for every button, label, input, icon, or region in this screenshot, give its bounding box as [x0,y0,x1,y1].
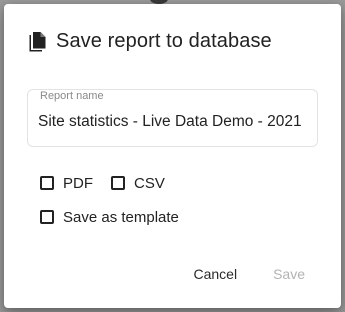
dialog-actions: Cancel Save [193,266,305,282]
csv-option[interactable]: CSV [111,175,165,192]
csv-checkbox[interactable] [111,176,125,190]
cancel-button[interactable]: Cancel [193,266,237,282]
save-as-template-checkbox[interactable] [40,210,54,224]
dialog-title: Save report to database [56,30,272,52]
save-as-template-option[interactable]: Save as template [40,209,179,226]
report-name-label: Report name [38,90,106,102]
format-options-row: PDF CSV [40,174,179,192]
pdf-checkbox[interactable] [40,176,54,190]
export-options: PDF CSV Save as template [40,174,179,242]
dialog-header: Save report to database [28,30,272,53]
csv-label: CSV [134,174,165,192]
save-button[interactable]: Save [273,266,305,282]
save-report-dialog: Save report to database Report name PDF … [4,4,341,308]
pdf-option[interactable]: PDF [40,175,93,192]
report-name-input[interactable] [38,110,310,134]
report-name-field: Report name [27,89,318,147]
save-as-template-label: Save as template [63,208,179,226]
file-copy-icon [28,31,48,53]
template-option-row: Save as template [40,208,179,226]
pdf-label: PDF [63,174,93,192]
